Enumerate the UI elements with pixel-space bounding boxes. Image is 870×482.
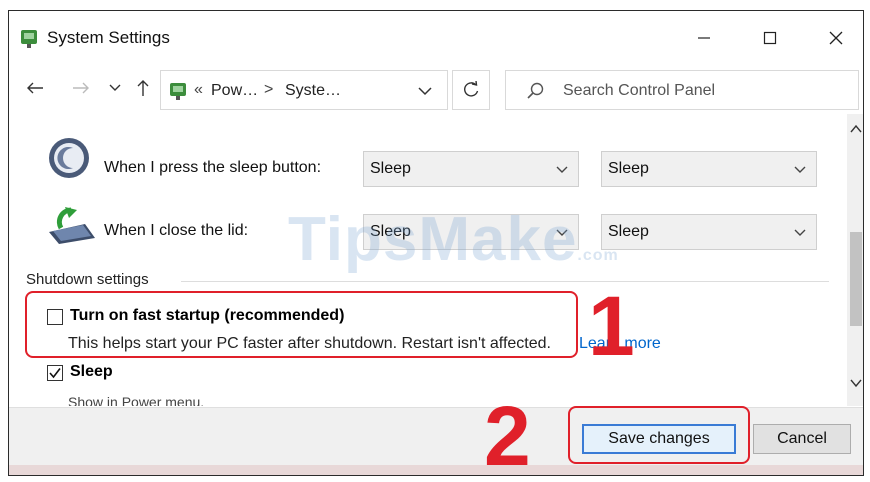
control-panel-icon — [170, 83, 186, 100]
watermark-suffix: .com — [577, 247, 619, 264]
chevron-down-icon — [794, 166, 806, 173]
select-value: Sleep — [608, 160, 649, 177]
recent-locations-button[interactable] — [103, 76, 127, 100]
refresh-button[interactable] — [452, 70, 490, 110]
desktop-background-strip — [9, 465, 863, 475]
chevron-down-icon — [109, 84, 121, 91]
group-divider — [181, 281, 829, 282]
minimize-icon — [698, 37, 710, 39]
breadcrumb-power-options[interactable]: Pow… — [211, 82, 258, 100]
arrow-up-icon — [137, 80, 149, 96]
cancel-button[interactable]: Cancel — [753, 424, 851, 454]
forward-button[interactable] — [69, 76, 93, 100]
search-placeholder: Search Control Panel — [563, 82, 716, 99]
address-bar[interactable]: « Pow… > Syste… — [160, 70, 448, 110]
watermark-text: TipsMake — [288, 205, 578, 274]
control-panel-icon — [21, 30, 37, 48]
up-button[interactable] — [131, 76, 155, 100]
close-button[interactable] — [813, 21, 859, 55]
annotation-highlight-save — [568, 406, 750, 464]
chevron-down-icon[interactable] — [415, 81, 435, 101]
sleep-button-label: When I press the sleep button: — [104, 159, 322, 176]
maximize-button[interactable] — [747, 21, 793, 55]
minimize-button[interactable] — [681, 21, 727, 55]
checkmark-icon — [49, 368, 61, 379]
chevron-down-icon — [556, 166, 568, 173]
search-icon — [527, 82, 544, 99]
close-lid-plugged-in-select[interactable]: Sleep — [601, 214, 817, 250]
maximize-icon — [763, 31, 777, 45]
close-icon — [829, 31, 843, 45]
annotation-step-1: 1 — [588, 279, 635, 373]
window-title: System Settings — [47, 28, 170, 47]
sleep-button-plugged-in-select[interactable]: Sleep — [601, 151, 817, 187]
search-box[interactable]: Search Control Panel — [505, 70, 859, 110]
laptop-lid-icon — [49, 207, 95, 244]
navigation-bar: « Pow… > Syste… Search Control Panel — [9, 67, 863, 111]
title-bar: System Settings — [9, 11, 863, 63]
close-lid-label: When I close the lid: — [104, 222, 249, 239]
refresh-icon — [464, 81, 479, 97]
sleep-checkbox[interactable] — [47, 365, 63, 381]
back-button[interactable] — [23, 76, 47, 100]
chevron-down-icon — [794, 229, 806, 236]
arrow-left-icon — [27, 82, 43, 94]
breadcrumb-overflow[interactable]: « — [194, 81, 203, 99]
select-value: Sleep — [370, 160, 411, 177]
watermark: TipsMake.com — [288, 204, 619, 275]
sleep-button-icon — [49, 138, 89, 178]
chevron-down-icon[interactable] — [849, 376, 863, 390]
annotation-highlight-fast-startup — [25, 291, 578, 358]
arrow-right-icon — [73, 82, 89, 94]
shutdown-settings-heading: Shutdown settings — [26, 271, 149, 288]
breadcrumb-system-settings[interactable]: Syste… — [285, 82, 341, 100]
sleep-description: Show in Power menu. — [68, 394, 205, 406]
sleep-button-on-battery-select[interactable]: Sleep — [363, 151, 579, 187]
chevron-up-icon[interactable] — [849, 122, 863, 136]
scrollbar-thumb[interactable] — [850, 232, 862, 326]
breadcrumb-separator: > — [264, 81, 274, 98]
annotation-step-2: 2 — [484, 389, 531, 482]
vertical-scrollbar[interactable] — [847, 114, 863, 406]
sleep-label[interactable]: Sleep — [70, 363, 113, 381]
